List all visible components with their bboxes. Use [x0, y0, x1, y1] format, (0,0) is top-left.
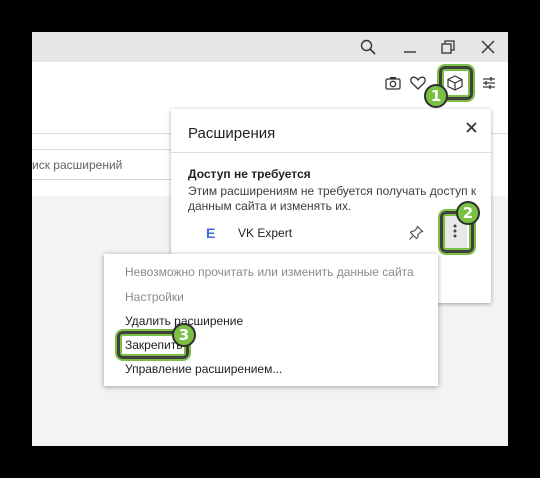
extension-name: VK Expert	[238, 226, 293, 240]
extensions-search-input[interactable]: иск расширений	[32, 149, 182, 180]
popup-title: Расширения	[188, 125, 276, 142]
menu-item-cannot-read: Невозможно прочитать или изменить данные…	[125, 265, 414, 279]
popup-divider	[171, 152, 491, 153]
menu-item-settings: Настройки	[125, 290, 184, 304]
camera-icon[interactable]	[382, 72, 404, 94]
popup-close-icon[interactable]	[461, 117, 481, 137]
section-heading: Доступ не требуется	[188, 167, 311, 181]
step-badge-1: 1	[424, 84, 448, 108]
minimize-icon[interactable]	[390, 32, 430, 62]
pin-icon[interactable]	[408, 225, 426, 243]
restore-icon[interactable]	[428, 32, 468, 62]
step-badge-3: 3	[172, 323, 196, 347]
settings-sliders-icon[interactable]	[478, 72, 500, 94]
title-bar	[32, 32, 508, 62]
section-description: Этим расширениям не требуется получать д…	[188, 184, 477, 213]
context-menu: Невозможно прочитать или изменить данные…	[104, 254, 438, 386]
menu-item-manage-extension[interactable]: Управление расширением...	[125, 362, 282, 376]
search-icon[interactable]	[348, 32, 388, 62]
extension-logo-icon: E	[206, 225, 216, 241]
step-badge-2: 2	[456, 201, 480, 225]
close-icon[interactable]	[468, 32, 508, 62]
